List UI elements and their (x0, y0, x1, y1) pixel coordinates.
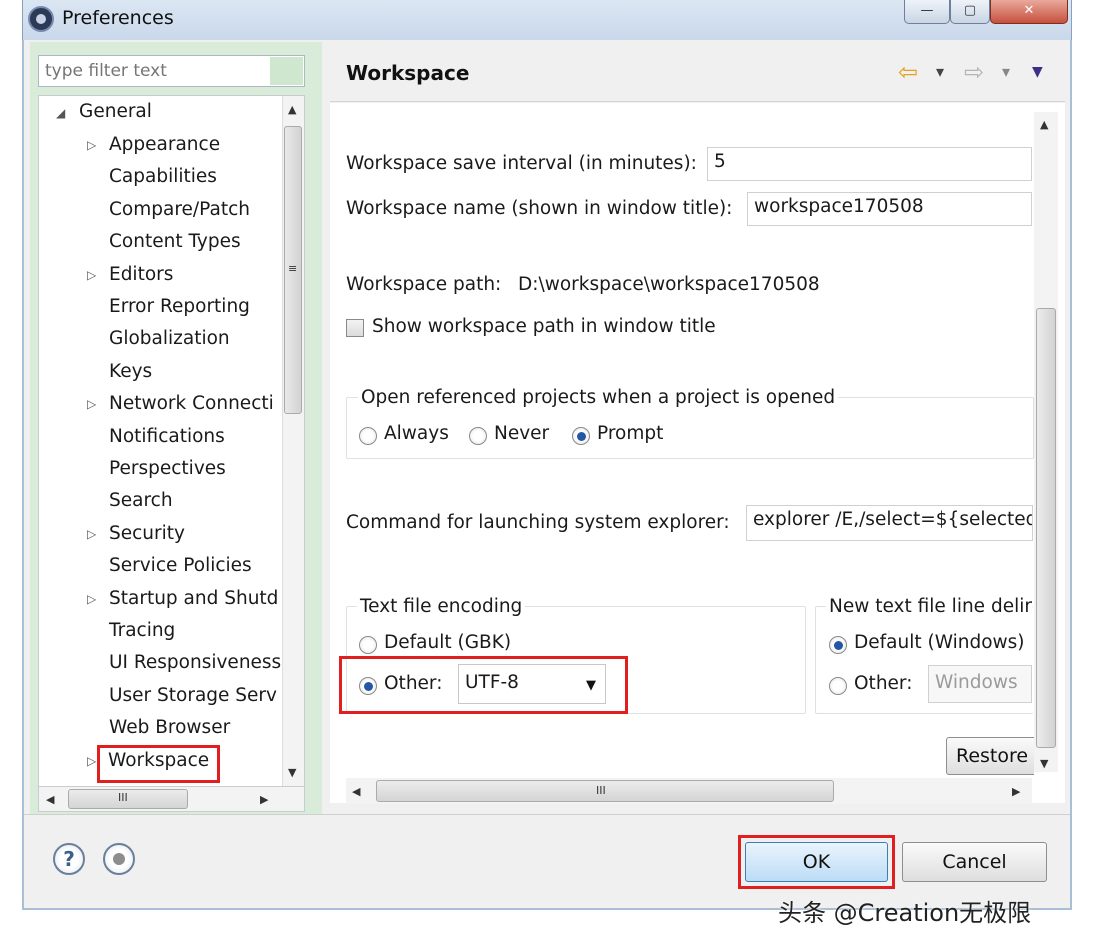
tree-item-content-types[interactable]: Content Types (109, 227, 241, 257)
watermark-text: 头条 @Creation无极限 (778, 899, 1032, 927)
maximize-button[interactable]: ▢ (950, 0, 990, 24)
tree-item-user-storage-serv[interactable]: User Storage Serv (109, 681, 277, 711)
line-delimiter-title: New text file line delir (826, 596, 1032, 617)
tree-item-service-policies[interactable]: Service Policies (109, 551, 252, 581)
preferences-tree[interactable]: ◢ General ▷ Appearance Capabilities Compare… (38, 95, 305, 788)
open-projects-never-label: Never (494, 423, 550, 444)
open-projects-prompt-label: Prompt (597, 423, 664, 444)
line-delimiter-default-radio[interactable] (829, 636, 847, 654)
tree-collapsed-arrow-icon[interactable]: ▷ (87, 397, 96, 411)
content-vertical-scroll-thumb[interactable] (1036, 308, 1056, 748)
tree-hscroll-grip: III (118, 791, 128, 804)
open-projects-prompt-radio[interactable] (572, 427, 590, 445)
page-title: Workspace (346, 61, 470, 85)
open-projects-title: Open referenced projects when a project … (358, 387, 839, 408)
text-encoding-title: Text file encoding (357, 596, 526, 617)
line-delimiter-other-radio[interactable] (829, 677, 847, 695)
workspace-name-input[interactable]: workspace170508 (747, 192, 1032, 226)
tree-item-keys[interactable]: Keys (109, 357, 152, 387)
tree-item-ui-responsiveness[interactable]: UI Responsiveness (109, 648, 281, 678)
filter-clear-icon[interactable] (270, 57, 303, 85)
tree-scroll-up-icon[interactable]: ▲ (288, 103, 296, 116)
tree-item-notifications[interactable]: Notifications (109, 422, 225, 452)
tree-scroll-down-icon[interactable]: ▼ (288, 766, 296, 779)
encoding-other-radio[interactable] (359, 677, 377, 695)
tree-collapsed-arrow-icon[interactable]: ▷ (87, 592, 96, 606)
restore-button[interactable]: Restore (946, 737, 1034, 775)
eclipse-app-icon (28, 6, 54, 32)
forward-history-dropdown-icon[interactable]: ▾ (1002, 62, 1010, 81)
workspace-path-label: Workspace path: (346, 274, 502, 295)
line-delimiter-select[interactable]: Windows (928, 665, 1032, 703)
explorer-command-input[interactable]: explorer /E,/select=${selected (746, 505, 1033, 541)
show-path-checkbox[interactable] (346, 319, 364, 337)
tree-collapsed-arrow-icon[interactable]: ▷ (87, 527, 96, 541)
tree-item-perspectives[interactable]: Perspectives (109, 454, 226, 484)
tree-expanded-arrow-icon[interactable]: ◢ (56, 106, 65, 120)
ok-button[interactable]: OK (745, 842, 888, 882)
back-history-dropdown-icon[interactable]: ▾ (936, 62, 944, 81)
line-delimiter-default-label: Default (Windows) (854, 632, 1025, 653)
content-scroll-down-icon[interactable]: ▼ (1040, 757, 1048, 770)
content-scroll-right-icon[interactable]: ▶ (1012, 785, 1020, 798)
show-path-label: Show workspace path in window title (372, 316, 716, 337)
line-delimiter-other-label: Other: (854, 673, 913, 694)
close-button[interactable]: ✕ (990, 0, 1068, 24)
tree-collapsed-arrow-icon[interactable]: ▷ (87, 138, 96, 152)
cancel-button[interactable]: Cancel (902, 842, 1047, 882)
open-projects-always-label: Always (384, 423, 449, 444)
content-hscroll-grip: III (596, 784, 606, 797)
tree-item-security[interactable]: Security (109, 519, 185, 549)
filter-input[interactable] (38, 55, 305, 87)
save-interval-label: Workspace save interval (in minutes): (346, 153, 697, 174)
tree-item-general[interactable]: General (79, 97, 152, 127)
window-title: Preferences (62, 7, 174, 29)
tree-item-editors[interactable]: Editors (109, 260, 173, 290)
tree-scroll-right-icon[interactable]: ▶ (260, 793, 268, 806)
tree-collapsed-arrow-icon[interactable]: ▷ (87, 754, 96, 768)
encoding-dropdown-arrow-icon[interactable]: ▼ (586, 678, 596, 693)
open-projects-never-radio[interactable] (469, 427, 487, 445)
encoding-default-radio[interactable] (359, 636, 377, 654)
tree-item-workspace[interactable]: Workspace (97, 744, 221, 783)
workspace-name-label: Workspace name (shown in window title): (346, 198, 733, 219)
forward-arrow-icon[interactable]: ⇨ (964, 58, 984, 86)
tree-item-error-reporting[interactable]: Error Reporting (109, 292, 250, 322)
tree-item-search[interactable]: Search (109, 486, 173, 516)
tree-vscroll-grip: ≡ (288, 262, 298, 275)
content-scroll-left-icon[interactable]: ◀ (352, 785, 360, 798)
tree-horizontal-scroll-thumb[interactable] (68, 789, 188, 809)
tree-scroll-left-icon[interactable]: ◀ (46, 793, 54, 806)
tree-item-compare-patch[interactable]: Compare/Patch (109, 195, 250, 225)
tree-collapsed-arrow-icon[interactable]: ▷ (87, 268, 96, 282)
encoding-select[interactable]: UTF-8 (458, 664, 606, 704)
minimize-button[interactable]: — (904, 0, 950, 24)
tree-item-tracing[interactable]: Tracing (109, 616, 175, 646)
open-projects-always-radio[interactable] (359, 427, 377, 445)
back-arrow-icon[interactable]: ⇦ (898, 58, 918, 86)
save-interval-input[interactable]: 5 (707, 147, 1032, 181)
encoding-other-label: Other: (384, 673, 443, 694)
encoding-select-value: UTF-8 (465, 672, 519, 693)
tree-item-startup-and-shutd[interactable]: Startup and Shutd (109, 584, 278, 614)
import-export-icon[interactable] (103, 843, 135, 875)
content-scroll-up-icon[interactable]: ▲ (1040, 118, 1048, 131)
tree-item-network-connecti[interactable]: Network Connecti (109, 389, 274, 419)
help-icon[interactable]: ? (53, 843, 85, 875)
tree-item-appearance[interactable]: Appearance (109, 130, 220, 160)
tree-item-capabilities[interactable]: Capabilities (109, 162, 217, 192)
explorer-command-label: Command for launching system explorer: (346, 512, 730, 533)
workspace-path-value: D:\workspace\workspace170508 (518, 274, 820, 295)
view-menu-icon[interactable]: ▼ (1032, 64, 1043, 80)
encoding-default-label: Default (GBK) (384, 632, 512, 653)
tree-item-web-browser[interactable]: Web Browser (109, 713, 230, 743)
tree-item-globalization[interactable]: Globalization (109, 324, 230, 354)
